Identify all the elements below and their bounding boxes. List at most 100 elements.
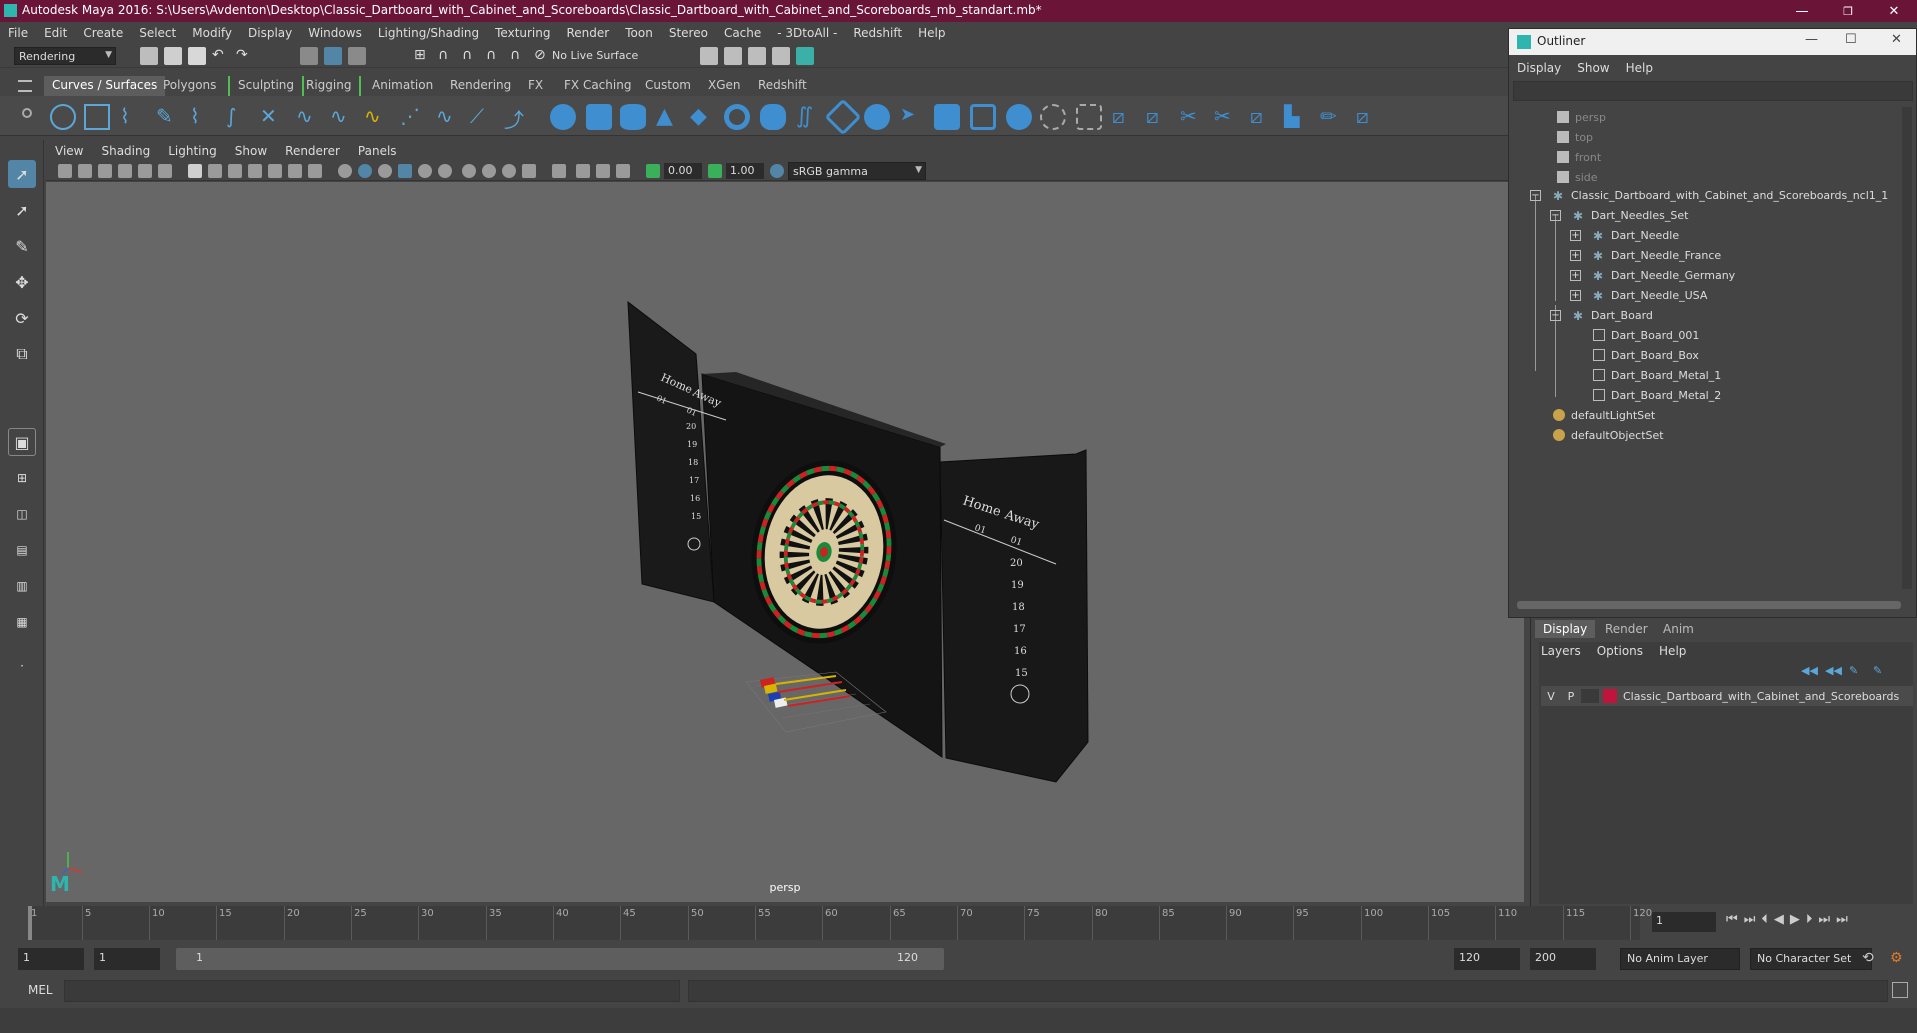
auto-key-icon[interactable]: ⟲: [1862, 950, 1874, 966]
gamma-field[interactable]: 1.00: [726, 163, 764, 179]
bevel-plus-icon[interactable]: [934, 104, 960, 130]
depth-of-field-icon[interactable]: [522, 164, 536, 178]
tab-curves-surfaces[interactable]: Curves / Surfaces: [44, 76, 166, 96]
outliner-item-dart-needle-germany[interactable]: ✱ Dart_Needle_Germany: [1593, 265, 1735, 285]
outliner-item-default-object-set[interactable]: defaultObjectSet: [1553, 425, 1664, 445]
detach-surface-icon[interactable]: ✂: [1214, 104, 1240, 130]
save-scene-icon[interactable]: [188, 47, 206, 65]
ambient-occlusion-icon[interactable]: [462, 164, 476, 178]
safe-action-icon[interactable]: [288, 164, 302, 178]
layer-playback-toggle[interactable]: P: [1561, 690, 1581, 703]
film-gate-icon[interactable]: [208, 164, 222, 178]
select-object-icon[interactable]: [324, 47, 342, 65]
extrude-icon[interactable]: [864, 104, 890, 130]
move-layer-down-icon[interactable]: ◀◀: [1825, 664, 1842, 677]
menu-help[interactable]: Help: [910, 26, 953, 40]
go-to-end-icon[interactable]: ⏭: [1836, 912, 1848, 927]
minimize-icon[interactable]: —: [1779, 0, 1825, 22]
xray-icon[interactable]: [576, 164, 590, 178]
rotate-tool-icon[interactable]: ⟳: [8, 304, 36, 332]
make-live-icon[interactable]: ⊘: [534, 47, 552, 65]
paint-select-tool-icon[interactable]: ✎: [8, 232, 36, 260]
preferences-icon[interactable]: ⚙: [1890, 950, 1903, 966]
grid-icon[interactable]: [188, 164, 202, 178]
outliner-item-side[interactable]: side: [1557, 167, 1598, 187]
current-time-marker[interactable]: [28, 906, 32, 940]
bezier-curve-icon[interactable]: ∫: [226, 104, 252, 130]
snap-curve-icon[interactable]: ∩: [438, 47, 456, 65]
expander-expand-icon[interactable]: +: [1570, 270, 1581, 281]
anim-layer-dropdown[interactable]: No Anim Layer: [1620, 948, 1740, 970]
snap-grid-icon[interactable]: ⊞: [414, 47, 432, 65]
untrim-icon[interactable]: ⧄: [1146, 104, 1172, 130]
step-back-frame-icon[interactable]: ⏴: [1761, 912, 1768, 927]
close-icon[interactable]: ✕: [1871, 0, 1917, 22]
scene-start-field[interactable]: 1: [18, 948, 84, 970]
layer-menu-options[interactable]: Options: [1597, 644, 1643, 658]
open-scene-icon[interactable]: [164, 47, 182, 65]
side-by-side-layout-icon[interactable]: ◫: [8, 500, 36, 528]
outliner-item-dart-needles-set[interactable]: ✱ Dart_Needles_Set: [1573, 205, 1688, 225]
outliner-menu-show[interactable]: Show: [1569, 61, 1617, 75]
outliner-item-root-group[interactable]: ✱ Classic_Dartboard_with_Cabinet_and_Scor…: [1553, 185, 1888, 205]
move-tool-icon[interactable]: ✥: [8, 268, 36, 296]
tab-fx-caching[interactable]: FX Caching: [556, 76, 639, 96]
insert-knot-icon[interactable]: ⟋: [470, 104, 496, 130]
play-forward-icon[interactable]: ▶: [1790, 912, 1800, 927]
square-surface-icon[interactable]: [1006, 104, 1032, 130]
outliner-item-top[interactable]: top: [1557, 127, 1593, 147]
menu-file[interactable]: File: [0, 26, 36, 40]
smooth-shade-icon[interactable]: [358, 164, 372, 178]
tab-rigging[interactable]: Rigging: [298, 76, 362, 96]
mel-label[interactable]: MEL: [28, 983, 53, 997]
step-forward-frame-icon[interactable]: ⏵: [1806, 912, 1813, 927]
persp-graph-layout-icon[interactable]: ▤: [8, 536, 36, 564]
outliner-item-persp[interactable]: persp: [1557, 107, 1606, 127]
exposure-field[interactable]: 0.00: [664, 163, 702, 179]
restore-icon[interactable]: ❐: [1825, 0, 1871, 22]
panel-menu-lighting[interactable]: Lighting: [159, 144, 226, 158]
arc-tool-icon[interactable]: ✕: [260, 104, 286, 130]
outliner-item-dart-board[interactable]: ✱ Dart_Board: [1573, 305, 1653, 325]
expander-expand-icon[interactable]: +: [1570, 250, 1581, 261]
outliner-item-dart-board-box[interactable]: Dart_Board_Box: [1593, 345, 1699, 365]
outliner-item-dart-board-metal-2[interactable]: Dart_Board_Metal_2: [1593, 385, 1721, 405]
open-close-surface-icon[interactable]: ▙: [1284, 104, 1310, 130]
bookmark-icon[interactable]: [98, 164, 112, 178]
shadows-icon[interactable]: [438, 164, 452, 178]
tab-animation[interactable]: Animation: [364, 76, 441, 96]
layer-tab-render[interactable]: Render: [1597, 620, 1656, 638]
nurbs-plane-icon[interactable]: ◆: [690, 104, 716, 130]
scale-tool-icon[interactable]: ⧉: [8, 340, 36, 368]
outliner-minimize-icon[interactable]: —: [1805, 32, 1818, 47]
render-settings-icon[interactable]: [748, 47, 766, 65]
shelf-settings-icon[interactable]: [22, 108, 32, 118]
intersect-icon[interactable]: [1076, 104, 1102, 130]
move-layer-up-icon[interactable]: ◀◀: [1801, 664, 1818, 677]
select-tool-icon[interactable]: ➚: [8, 160, 36, 188]
safe-title-icon[interactable]: [308, 164, 322, 178]
outliner-horizontal-scrollbar[interactable]: [1517, 601, 1901, 609]
nurbs-sphere-icon[interactable]: [550, 104, 576, 130]
resolution-gate-icon[interactable]: [228, 164, 242, 178]
tab-rendering[interactable]: Rendering: [442, 76, 519, 96]
ipr-render-icon[interactable]: [724, 47, 742, 65]
planar-icon[interactable]: [824, 98, 862, 136]
command-input[interactable]: [64, 980, 680, 1002]
birail-icon[interactable]: ➤: [900, 104, 926, 130]
menu-select[interactable]: Select: [131, 26, 184, 40]
menu-windows[interactable]: Windows: [300, 26, 370, 40]
menu-modify[interactable]: Modify: [184, 26, 240, 40]
layer-color-swatch[interactable]: [1603, 689, 1617, 703]
outliner-item-front[interactable]: front: [1557, 147, 1601, 167]
panel-menu-view[interactable]: View: [46, 144, 92, 158]
colorspace-dropdown[interactable]: sRGB gamma ▼: [788, 162, 926, 180]
tab-sculpting[interactable]: Sculpting: [228, 76, 305, 96]
layer-row[interactable]: V P Classic_Dartboard_with_Cabinet_and_S…: [1541, 686, 1913, 706]
wireframe-on-shaded-icon[interactable]: [378, 164, 392, 178]
panel-menu-shading[interactable]: Shading: [92, 144, 159, 158]
expander-collapse-icon[interactable]: −: [1550, 310, 1561, 321]
tab-redshift[interactable]: Redshift: [750, 76, 815, 96]
play-backward-icon[interactable]: ◀: [1774, 912, 1784, 927]
nurbs-cube-icon[interactable]: [586, 104, 612, 130]
